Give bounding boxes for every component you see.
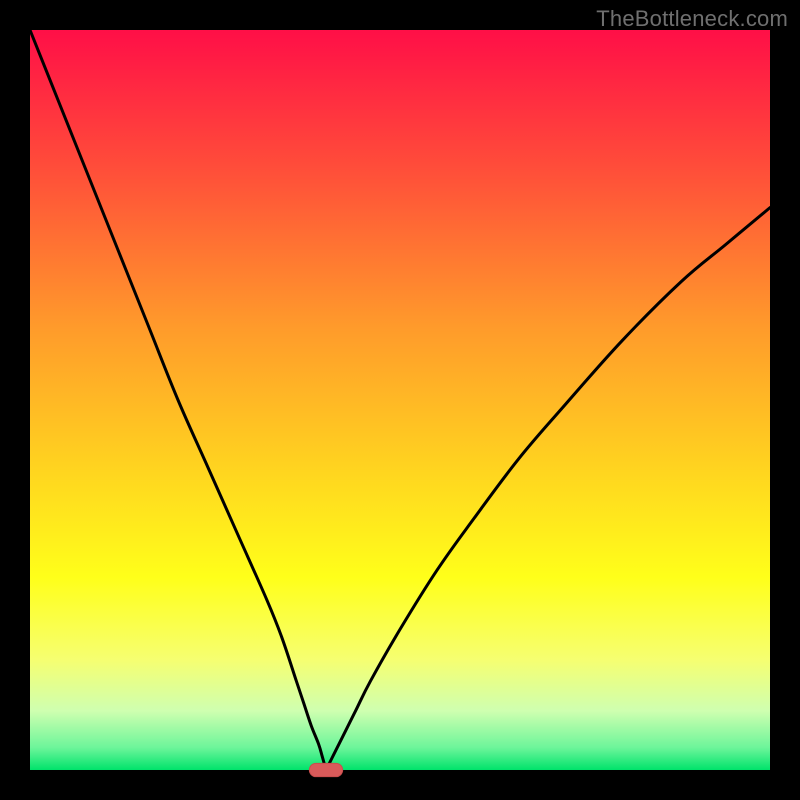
watermark-text: TheBottleneck.com: [596, 6, 788, 32]
bottleneck-curve: [30, 30, 770, 770]
curve-right-branch: [326, 208, 770, 770]
chart-frame: TheBottleneck.com: [0, 0, 800, 800]
minimum-marker: [309, 763, 342, 776]
curve-left-branch: [30, 30, 326, 770]
